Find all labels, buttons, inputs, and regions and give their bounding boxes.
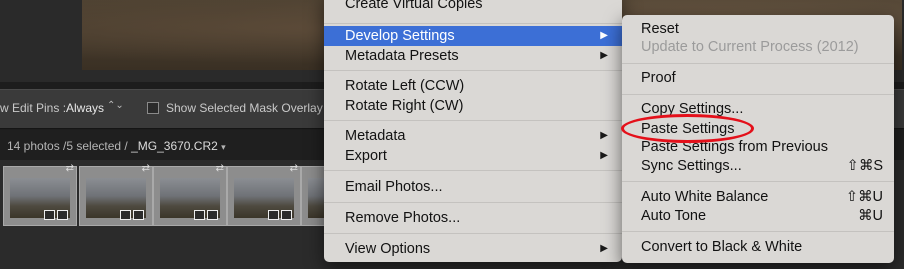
submenu-arrow-icon: ▶ [600, 30, 608, 41]
menu-item-label: Metadata [345, 128, 406, 144]
filmstrip-thumbnail[interactable] [301, 166, 326, 226]
virtual-copy-icon [44, 210, 55, 220]
menu-item-label: Email Photos... [345, 179, 443, 195]
virtual-copy-icon [268, 210, 279, 220]
menu-item-remove-photos[interactable]: Remove Photos... [324, 208, 622, 228]
annotation-highlight-oval [621, 114, 754, 143]
menu-divider [324, 23, 622, 24]
submenu-item-auto-tone[interactable]: Auto Tone ⌘U [622, 206, 894, 226]
submenu-item-convert-bw[interactable]: Convert to Black & White [622, 237, 894, 257]
menu-divider [324, 170, 622, 171]
menu-item-email-photos[interactable]: Email Photos... [324, 177, 622, 197]
show-mask-overlay-checkbox[interactable] [147, 102, 159, 114]
submenu-item-auto-white-balance[interactable]: Auto White Balance ⇧⌘U [622, 187, 894, 207]
menu-item-label: Rotate Right (CW) [345, 98, 464, 114]
menu-item-label: Remove Photos... [345, 210, 461, 226]
menu-item-develop-settings[interactable]: Develop Settings ▶ [324, 26, 622, 46]
sync-arrow-icon: ⇄ [289, 163, 298, 174]
menu-item-rotate-left[interactable]: Rotate Left (CCW) [324, 76, 622, 96]
crop-icon [207, 210, 218, 220]
virtual-copy-icon [120, 210, 131, 220]
menu-item-label: Auto Tone [641, 208, 707, 224]
keyboard-shortcut: ⌘U [858, 208, 883, 224]
menu-item-label: Export [345, 148, 387, 164]
triangle-down-icon[interactable]: ▾ [221, 142, 226, 152]
selected-filename: _MG_3670.CR2 [131, 139, 218, 153]
menu-item-label: Develop Settings [345, 28, 455, 44]
menu-item-label: Convert to Black & White [641, 239, 803, 255]
filmstrip-thumbnail[interactable]: ⇄ [79, 163, 153, 226]
submenu-arrow-icon: ▶ [600, 243, 608, 254]
menu-item-label: Metadata Presets [345, 48, 459, 64]
menu-item-label: Reset [641, 21, 679, 37]
menu-divider [324, 70, 622, 71]
show-edit-pins-label: w Edit Pins : [0, 101, 67, 115]
crop-icon [133, 210, 144, 220]
show-mask-overlay-label: Show Selected Mask Overlay [166, 101, 323, 115]
menu-item-create-virtual-copies[interactable]: Create Virtual Copies [324, 0, 622, 14]
photo-count: 14 photos /5 selected / [7, 139, 128, 153]
menu-item-label: Auto White Balance [641, 189, 769, 205]
menu-item-label: View Options [345, 241, 431, 257]
filmstrip-thumbnail[interactable]: ⇄ [227, 163, 301, 226]
crop-icon [281, 210, 292, 220]
filmstrip-source-info[interactable]: 14 photos /5 selected / _MG_3670.CR2 ▾ [7, 139, 226, 153]
sync-arrow-icon: ⇄ [141, 163, 150, 174]
menu-item-metadata[interactable]: Metadata ▶ [324, 126, 622, 146]
menu-divider [324, 233, 622, 234]
thumbnail-image [308, 178, 325, 218]
submenu-item-reset[interactable]: Reset [622, 19, 894, 39]
sync-arrow-icon: ⇄ [215, 163, 224, 174]
show-edit-pins-select[interactable]: Always [66, 101, 104, 115]
crop-icon [57, 210, 68, 220]
menu-item-rotate-right[interactable]: Rotate Right (CW) [324, 96, 622, 116]
virtual-copy-icon [194, 210, 205, 220]
submenu-arrow-icon: ▶ [600, 130, 608, 141]
menu-item-label: Proof [641, 70, 676, 86]
submenu-item-proof[interactable]: Proof [622, 68, 894, 88]
keyboard-shortcut: ⇧⌘S [846, 158, 883, 174]
menu-divider [622, 231, 894, 232]
menu-item-view-options[interactable]: View Options ▶ [324, 239, 622, 259]
photo-context-menu: Create Virtual Copies Develop Settings ▶… [324, 0, 622, 262]
menu-divider [324, 120, 622, 121]
menu-item-label: Rotate Left (CCW) [345, 78, 465, 94]
menu-item-metadata-presets[interactable]: Metadata Presets ▶ [324, 46, 622, 66]
submenu-item-update-process: Update to Current Process (2012) [622, 37, 894, 57]
menu-item-label: Sync Settings... [641, 158, 742, 174]
menu-divider [324, 202, 622, 203]
keyboard-shortcut: ⇧⌘U [845, 189, 883, 205]
menu-item-export[interactable]: Export ▶ [324, 146, 622, 166]
filmstrip-thumbnail[interactable]: ⇄ [3, 163, 77, 226]
menu-divider [622, 63, 894, 64]
stepper-icon[interactable]: ⌃⌄ [107, 100, 124, 111]
submenu-arrow-icon: ▶ [600, 150, 608, 161]
sync-arrow-icon: ⇄ [65, 163, 74, 174]
filmstrip-thumbnail[interactable]: ⇄ [153, 163, 227, 226]
menu-divider [622, 181, 894, 182]
submenu-arrow-icon: ▶ [600, 50, 608, 61]
menu-item-label: Create Virtual Copies [345, 0, 483, 12]
menu-divider [622, 94, 894, 95]
submenu-item-sync-settings[interactable]: Sync Settings... ⇧⌘S [622, 156, 894, 176]
menu-item-label: Update to Current Process (2012) [641, 39, 859, 55]
